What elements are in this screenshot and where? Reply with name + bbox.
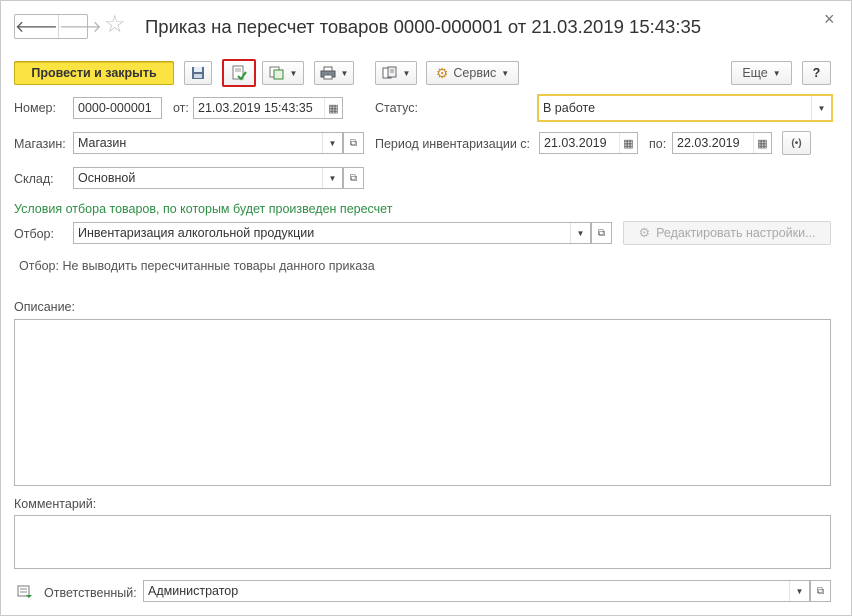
page-title: Приказ на пересчет товаров 0000-000001 о… (145, 16, 702, 37)
status-label: Статус: (375, 101, 418, 115)
reports-button[interactable]: ▼ (375, 61, 417, 85)
create-based-on-button[interactable]: ▼ (262, 61, 304, 85)
create-based-on-icon (269, 66, 284, 80)
open-icon: ⧉ (349, 137, 358, 149)
filter-value: Инвентаризация алкогольной продукции (78, 226, 315, 240)
chevron-down-icon[interactable]: ▼ (570, 223, 590, 243)
arrow-right-icon: 🡒 (58, 19, 102, 36)
navigation-buttons: 🡐 🡒 (14, 14, 102, 39)
description-label: Описание: (14, 300, 75, 314)
favorite-star-icon[interactable]: ☆ (104, 13, 126, 37)
date-field[interactable]: 21.03.2019 15:43:35 ▦ (193, 97, 343, 119)
chevron-down-icon[interactable]: ▼ (322, 168, 342, 188)
comment-textarea[interactable] (14, 515, 831, 569)
description-textarea[interactable] (14, 319, 831, 486)
chevron-down-icon: ▼ (501, 68, 510, 78)
filter-field[interactable]: Инвентаризация алкогольной продукции ▼ (73, 222, 591, 244)
print-button[interactable]: ▼ (314, 61, 354, 85)
open-icon: ⧉ (349, 172, 358, 184)
chevron-down-icon: ▼ (289, 68, 298, 78)
back-button[interactable]: 🡐 (15, 15, 58, 38)
forward-button[interactable]: 🡒 (57, 15, 102, 38)
chevron-down-icon: ▼ (402, 68, 411, 78)
settings-icon: ⚙ (638, 225, 651, 240)
period-to-field[interactable]: 22.03.2019 ▦ (672, 132, 772, 154)
filter-value-wrap: Инвентаризация алкогольной продукции (74, 226, 570, 240)
chevron-down-icon[interactable]: ▼ (789, 581, 809, 601)
gear-icon: ⚙ (435, 64, 449, 81)
status-value: В работе (543, 101, 596, 115)
open-responsible-button[interactable]: ⧉ (810, 580, 831, 602)
open-store-button[interactable]: ⧉ (343, 132, 364, 154)
store-field[interactable]: Магазин ▼ (73, 132, 343, 154)
period-to-value: 22.03.2019 (677, 136, 740, 150)
responsible-history-icon[interactable] (17, 585, 33, 599)
reports-icon (382, 66, 397, 79)
conditions-text: Условия отбора товаров, по которым будет… (14, 202, 393, 216)
date-label: от: (173, 101, 189, 115)
period-to-label: по: (649, 137, 667, 151)
chevron-down-icon[interactable]: ▼ (322, 133, 342, 153)
store-value-wrap: Магазин (74, 136, 322, 150)
close-button[interactable]: × (824, 10, 835, 28)
status-field[interactable]: В работе ▼ (537, 94, 833, 122)
filter-note: Отбор: Не выводить пересчитанные товары … (19, 259, 375, 273)
filter-label: Отбор: (14, 227, 54, 241)
warehouse-field[interactable]: Основной ▼ (73, 167, 343, 189)
status-value-wrap: В работе (539, 101, 811, 115)
service-button[interactable]: ⚙ Сервис ▼ (426, 61, 519, 85)
edit-settings-label: Редактировать настройки... (656, 226, 816, 240)
open-icon: ⧉ (597, 227, 606, 239)
save-button[interactable] (184, 61, 212, 85)
warehouse-value: Основной (78, 171, 136, 185)
calendar-icon[interactable]: ▦ (324, 98, 342, 118)
number-label: Номер: (14, 101, 56, 115)
period-select-icon: (•) (791, 137, 802, 149)
more-button[interactable]: Еще ▼ (731, 61, 792, 85)
chevron-down-icon[interactable]: ▼ (811, 96, 831, 120)
store-label: Магазин: (14, 137, 66, 151)
open-icon: ⧉ (816, 585, 825, 597)
number-value: 0000-000001 (78, 101, 152, 115)
period-from-field[interactable]: 21.03.2019 ▦ (539, 132, 638, 154)
service-label: Сервис (453, 66, 497, 80)
responsible-label: Ответственный: (44, 586, 137, 600)
select-period-button[interactable]: (•) (782, 131, 811, 155)
number-field[interactable]: 0000-000001 (73, 97, 162, 119)
warehouse-label: Склад: (14, 172, 54, 186)
period-from-value: 21.03.2019 (544, 136, 607, 150)
open-warehouse-button[interactable]: ⧉ (343, 167, 364, 189)
date-value: 21.03.2019 15:43:35 (198, 101, 313, 115)
floppy-disk-icon (192, 67, 204, 79)
post-and-close-button[interactable]: Провести и закрыть (14, 61, 174, 85)
calendar-icon[interactable]: ▦ (619, 133, 637, 153)
post-document-icon (232, 65, 247, 81)
post-document-button[interactable] (222, 59, 256, 87)
printer-icon (320, 66, 336, 80)
warehouse-value-wrap: Основной (74, 171, 322, 185)
arrow-left-icon: 🡐 (15, 19, 58, 36)
responsible-value: Администратор (148, 584, 239, 598)
responsible-field[interactable]: Администратор ▼ (143, 580, 810, 602)
more-label: Еще (742, 66, 768, 80)
store-value: Магазин (78, 136, 127, 150)
chevron-down-icon: ▼ (772, 68, 781, 78)
comment-label: Комментарий: (14, 497, 97, 511)
chevron-down-icon: ▼ (340, 68, 349, 78)
calendar-icon[interactable]: ▦ (753, 133, 771, 153)
period-label: Период инвентаризации с: (375, 137, 531, 151)
edit-settings-button[interactable]: ⚙ Редактировать настройки... (623, 221, 831, 245)
open-filter-button[interactable]: ⧉ (591, 222, 612, 244)
help-button[interactable]: ? (802, 61, 831, 85)
